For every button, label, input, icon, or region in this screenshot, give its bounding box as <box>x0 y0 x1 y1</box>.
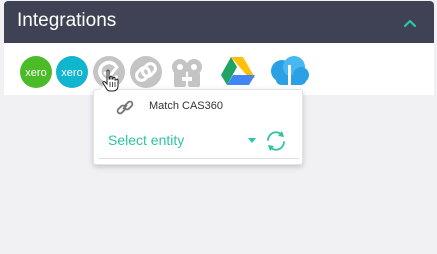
panel-title: Integrations <box>17 10 117 31</box>
xero-icon-text: xero <box>25 67 46 79</box>
cloud-icon <box>271 56 309 85</box>
chevron-up-icon <box>403 19 417 28</box>
xero-integration-button[interactable]: xero <box>19 55 53 89</box>
integrations-icons-row: xero xero <box>4 43 434 95</box>
popover-divider <box>98 158 299 159</box>
panel-header: Integrations <box>4 1 434 43</box>
link-icon <box>114 98 136 118</box>
xero-icon: xero <box>20 56 52 88</box>
chain-icon <box>130 56 162 88</box>
sync-icon <box>267 131 285 151</box>
link-integration-button[interactable] <box>129 55 163 89</box>
entity-select-value: Select entity <box>108 132 185 148</box>
xero-icon: xero <box>56 56 88 88</box>
xero-blue-integration-button[interactable]: xero <box>55 55 89 89</box>
google-drive-icon <box>221 57 255 85</box>
entity-select[interactable]: Select entity <box>108 130 256 152</box>
google-drive-integration-button[interactable] <box>219 55 257 89</box>
practice-integration-button[interactable] <box>167 55 207 89</box>
collapse-button[interactable] <box>398 13 422 33</box>
match-popover: Match CAS360 Select entity <box>93 81 303 165</box>
xero-icon-text: xero <box>61 67 82 79</box>
integrations-panel: Integrations xero xero <box>4 1 434 95</box>
caret-down-icon <box>248 138 256 143</box>
cloud-integration-button[interactable] <box>268 55 310 89</box>
people-icon <box>172 59 202 87</box>
sync-button[interactable] <box>263 128 289 154</box>
match-label: Match CAS360 <box>149 100 223 112</box>
hand-pointer-cursor-icon <box>101 69 121 93</box>
